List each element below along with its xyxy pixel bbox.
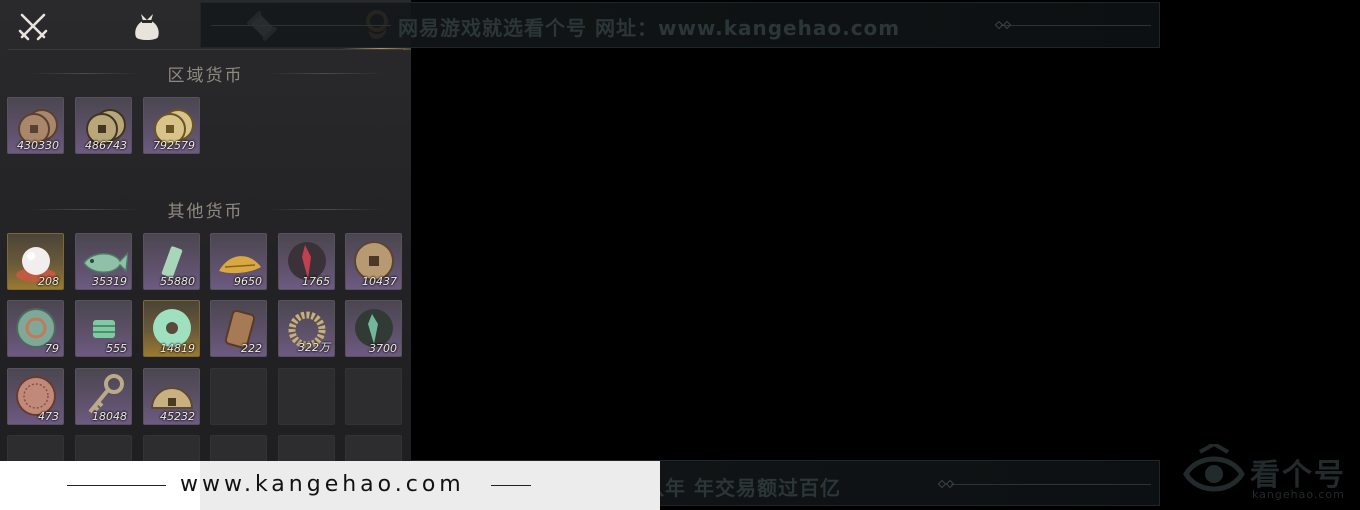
item-count: 79 [45,342,59,355]
item-count: 430330 [17,139,59,152]
empty-slot [345,368,402,425]
url-line-left [67,485,166,486]
item-count: 555 [106,342,127,355]
tab-divider [8,49,403,50]
currency-slot[interactable]: 208 [7,233,64,290]
currency-slot[interactable]: 555 [75,300,132,357]
empty-slot [210,368,267,425]
other-currency-title: 其他货币 [167,202,244,222]
item-count: 1765 [302,275,330,288]
item-count: 35319 [92,275,127,288]
currency-slot[interactable]: 1765 [278,233,335,290]
currency-slot[interactable]: 473 [7,368,64,425]
currency-slot[interactable]: 486743 [75,97,132,154]
item-count: 55880 [160,275,195,288]
item-count: 3700 [369,342,397,355]
item-count: 473 [38,410,59,423]
item-count: 14819 [160,342,195,355]
item-count: 18048 [92,410,127,423]
brand-domain: kangehao.com [1252,488,1345,501]
watermark-url: www.kangehao.com [180,472,465,497]
regional-currency-title: 区域货币 [167,66,244,86]
currency-slot[interactable]: 222 [210,300,267,357]
brand-logo: 看个号 kangehao.com [1182,444,1360,504]
currency-slot[interactable]: 35319 [75,233,132,290]
item-count: 222 [241,342,262,355]
currency-inventory-panel: 区域货币 430330 486743 792579 其他货币 208 35319 5… [0,0,411,510]
currency-slot[interactable]: 3700 [345,300,402,357]
item-count: 322万 [298,341,330,354]
currency-slot[interactable]: 430330 [7,97,64,154]
crossed-swords-icon[interactable] [11,6,55,46]
url-line-right [491,485,531,486]
currency-slot[interactable]: 79 [7,300,64,357]
currency-slot[interactable]: 792579 [143,97,200,154]
currency-slot[interactable]: 55880 [143,233,200,290]
item-count: 9650 [234,275,262,288]
currency-slot[interactable]: 14819 [143,300,200,357]
item-count: 792579 [153,139,195,152]
currency-slot[interactable]: 9650 [210,233,267,290]
item-count: 45232 [160,410,195,423]
currency-slot[interactable]: 45232 [143,368,200,425]
empty-slot [278,368,335,425]
currency-slot[interactable]: 322万 [278,300,335,357]
top-watermark-text: 网易游戏就选看个号 网址：www.kangehao.com [398,16,901,40]
money-pouch-icon[interactable] [125,6,169,46]
currency-slot[interactable]: 10437 [345,233,402,290]
item-count: 208 [38,275,59,288]
currency-slot[interactable]: 18048 [75,368,132,425]
url-bar: www.kangehao.com [0,461,660,510]
item-count: 486743 [85,139,127,152]
item-count: 10437 [362,275,397,288]
eye-logo-icon [1183,444,1245,492]
